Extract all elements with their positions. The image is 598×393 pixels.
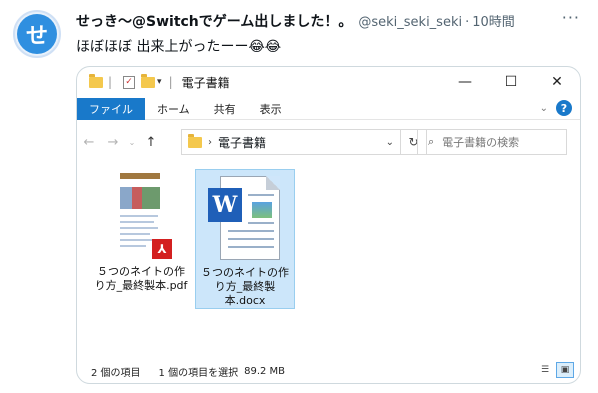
breadcrumb-chevron-icon[interactable]: › [208, 137, 212, 148]
expand-ribbon-icon[interactable]: ⌄ [540, 103, 548, 114]
quick-access-toolbar: | ✓ ▾ | [89, 73, 178, 89]
breadcrumb-current[interactable]: 電子書籍 [218, 134, 266, 151]
tab-view[interactable]: 表示 [248, 101, 294, 117]
back-arrow-icon[interactable]: ← [77, 135, 101, 150]
file-name: ５つのネイトの作り方_最終製本.docx [201, 266, 289, 307]
tab-share[interactable]: 共有 [202, 101, 248, 117]
window-controls: — ☐ ✕ [442, 67, 580, 97]
selection-size: 89.2 MB [244, 365, 286, 377]
navigation-bar: ← → ⌄ ↑ › 電子書籍 ⌄ ↻ ⌕ 電子書籍の検索 [77, 125, 580, 159]
tweet-header: せっき～@Switchでゲーム出しました！。 @seki_seki_seki ·… [76, 11, 515, 31]
tab-file[interactable]: ファイル [77, 97, 145, 120]
ribbon-tabs: ファイル ホーム 共有 表示 ⌄ ? [77, 97, 580, 120]
file-item-pdf[interactable]: ⅄ ５つのネイトの作り方_最終製本.pdf [91, 169, 191, 309]
display-name[interactable]: せっき～@Switchでゲーム出しました！。 [76, 11, 352, 31]
tweet-text: ほぼほぼ 出来上がったーー😂😂 [76, 39, 282, 55]
up-arrow-icon[interactable]: ↑ [139, 135, 163, 150]
toolbar-divider: | [168, 75, 173, 89]
timestamp[interactable]: 10時間 [472, 11, 515, 30]
search-box[interactable]: ⌕ 電子書籍の検索 [417, 129, 567, 155]
tab-home[interactable]: ホーム [145, 101, 202, 117]
close-button[interactable]: ✕ [534, 67, 580, 97]
details-view-icon[interactable]: ☰ [536, 362, 554, 378]
separator: · [465, 15, 470, 30]
status-bar: 2 個の項目 1 個の項目を選択 89.2 MB ☰ ▣ [77, 359, 580, 383]
window-titlebar: | ✓ ▾ | 電子書籍 — ☐ ✕ [77, 67, 580, 97]
minimize-button[interactable]: — [442, 67, 488, 97]
new-folder-icon[interactable] [141, 73, 156, 88]
file-item-docx[interactable]: W ５つのネイトの作り方_最終製本.docx [195, 169, 295, 309]
file-list[interactable]: ⅄ ５つのネイトの作り方_最終製本.pdf W ５つのネイトの作り方_最終製本.… [77, 163, 580, 353]
large-icons-view-icon[interactable]: ▣ [556, 362, 574, 378]
folder-icon [89, 73, 103, 88]
ribbon-controls: ⌄ ? [540, 100, 572, 116]
address-dropdown-icon[interactable]: ⌄ [386, 137, 394, 148]
pdf-thumbnail-icon: ⅄ [116, 173, 172, 261]
view-toggle: ☰ ▣ [534, 362, 574, 378]
search-placeholder: 電子書籍の検索 [442, 136, 520, 149]
toolbar-divider: | [108, 75, 113, 89]
forward-arrow-icon[interactable]: → [101, 135, 125, 150]
selection-info: 1 個の項目を選択 [158, 367, 239, 379]
acrobat-icon: ⅄ [152, 239, 172, 259]
help-icon[interactable]: ? [556, 100, 572, 116]
window-title: 電子書籍 [181, 75, 230, 90]
properties-icon[interactable]: ✓ [123, 75, 136, 89]
more-options-icon[interactable]: ··· [562, 8, 580, 27]
address-bar[interactable]: › 電子書籍 ⌄ [181, 129, 401, 155]
handle[interactable]: @seki_seki_seki [358, 15, 462, 30]
recent-locations-icon[interactable]: ⌄ [125, 138, 139, 147]
avatar-glyph: せ [17, 14, 57, 54]
customize-toolbar-icon[interactable]: ▾ [157, 77, 162, 87]
attached-image[interactable]: | ✓ ▾ | 電子書籍 — ☐ ✕ ファイル ホーム 共有 表示 ⌄ ? ← … [76, 66, 581, 384]
avatar[interactable]: せ [13, 10, 61, 58]
item-count: 2 個の項目 [91, 367, 141, 379]
word-document-icon: W [208, 176, 282, 262]
search-icon: ⌕ [428, 135, 435, 148]
file-name: ５つのネイトの作り方_最終製本.pdf [94, 265, 188, 292]
maximize-button[interactable]: ☐ [488, 67, 534, 97]
folder-icon [188, 133, 202, 148]
